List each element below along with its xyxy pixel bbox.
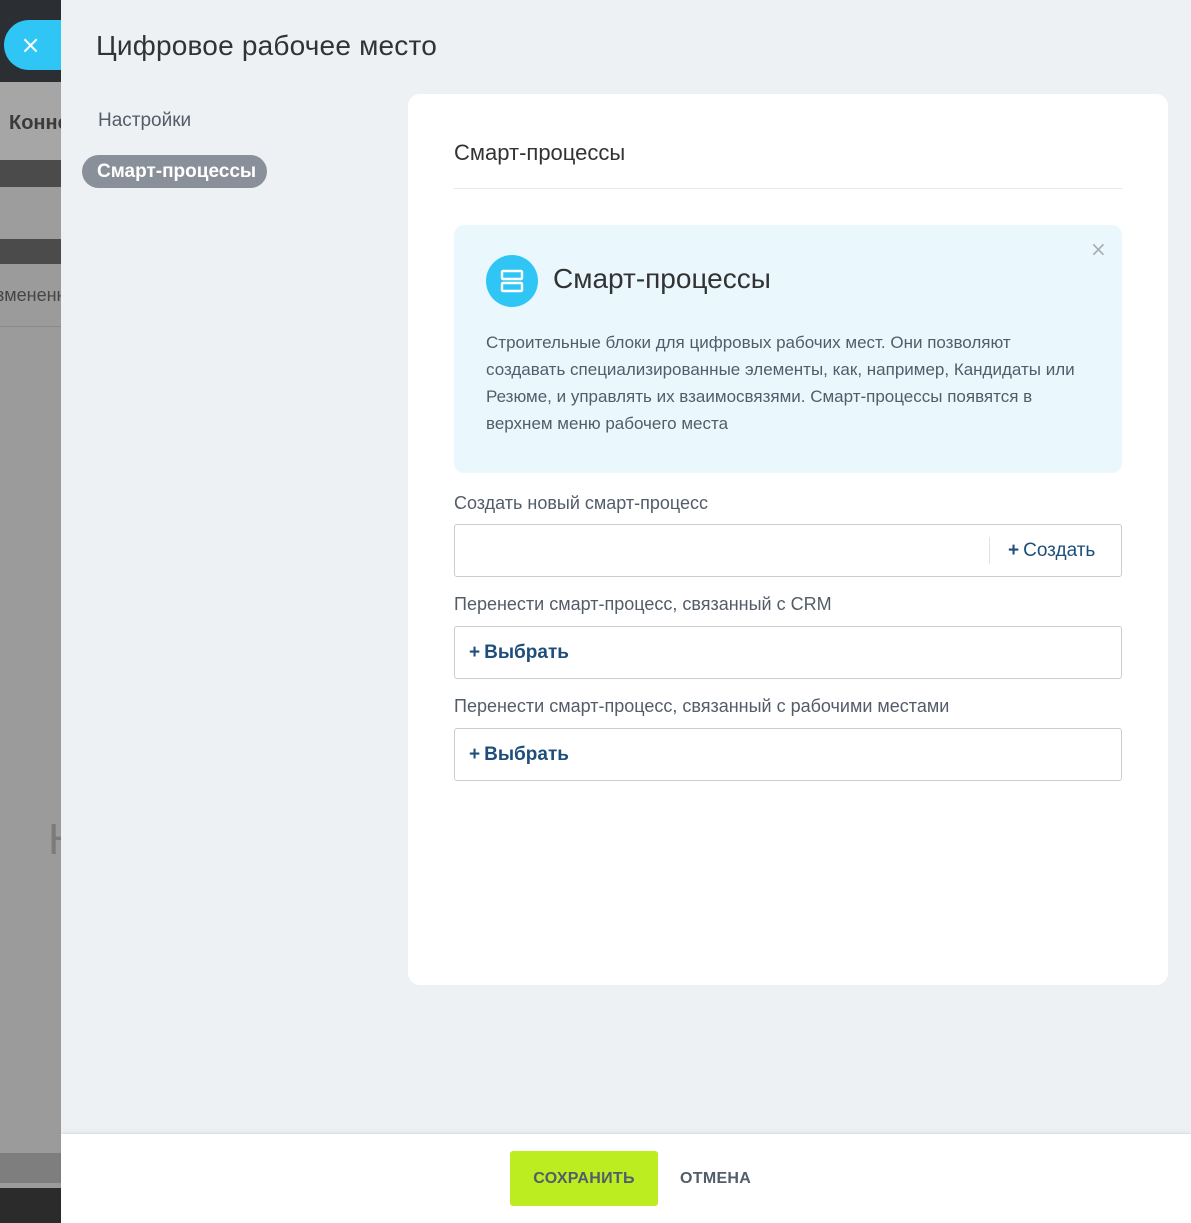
section-title: Смарт-процессы	[454, 140, 626, 165]
slider-close-button[interactable]: ×	[4, 20, 61, 70]
workplace-select-button[interactable]: + Выбрать	[469, 729, 569, 780]
info-description: Строительные блоки для цифровых рабочих …	[486, 333, 1075, 433]
sidebar-item-smart-processes[interactable]: Смарт-процессы	[82, 155, 268, 188]
cancel-button[interactable]: ОТМЕНА	[680, 1151, 751, 1206]
content-card: Смарт-процессы Смарт-процессы × Строител…	[408, 94, 1168, 985]
background-band	[0, 239, 61, 264]
workplace-transfer-label: Перенести смарт-процесс, связанный с раб…	[454, 696, 950, 716]
background-page: Конне змененн Н	[0, 0, 61, 1223]
workplace-select-button-label: Выбрать	[484, 744, 569, 765]
background-footer	[0, 1188, 61, 1223]
background-band	[0, 160, 61, 187]
create-button-label: Создать	[1023, 540, 1096, 561]
plus-icon: +	[469, 744, 481, 765]
background-divider	[0, 326, 61, 327]
sidebar-item-settings[interactable]: Настройки	[98, 110, 191, 132]
create-field-label: Создать новый смарт-процесс	[454, 493, 709, 513]
info-banner: Смарт-процессы × Строительные блоки для …	[454, 225, 1122, 473]
create-field: + Создать	[454, 524, 1122, 577]
slider-panel: Цифровое рабочее место Настройки Смарт-п…	[61, 0, 1191, 1223]
footer-bar: СОХРАНИТЬ ОТМЕНА	[61, 1133, 1191, 1223]
crm-select-button[interactable]: + Выбрать	[469, 627, 569, 678]
smart-process-name-input[interactable]	[455, 525, 989, 576]
background-scrollbar	[0, 1153, 61, 1183]
background-row-text: змененн	[0, 285, 61, 305]
background-tab-text: Конне	[9, 112, 61, 134]
section-divider	[454, 188, 1122, 189]
close-icon: ×	[20, 31, 41, 59]
plus-icon: +	[469, 642, 481, 663]
field-separator	[989, 537, 990, 564]
plus-icon: +	[1008, 540, 1020, 561]
info-title: Смарт-процессы	[553, 263, 771, 294]
workplace-transfer-field: + Выбрать	[454, 728, 1122, 781]
save-button[interactable]: СОХРАНИТЬ	[510, 1151, 658, 1206]
background-big-letter: Н	[48, 815, 61, 865]
crm-select-button-label: Выбрать	[484, 642, 569, 663]
crm-transfer-field: + Выбрать	[454, 626, 1122, 679]
smart-process-icon	[486, 255, 538, 307]
close-icon[interactable]: ×	[1090, 237, 1107, 261]
page-title: Цифровое рабочее место	[96, 30, 437, 61]
crm-transfer-label: Перенести смарт-процесс, связанный с CRM	[454, 594, 832, 614]
background-toolbar	[0, 187, 61, 239]
create-button[interactable]: + Создать	[1008, 525, 1095, 576]
